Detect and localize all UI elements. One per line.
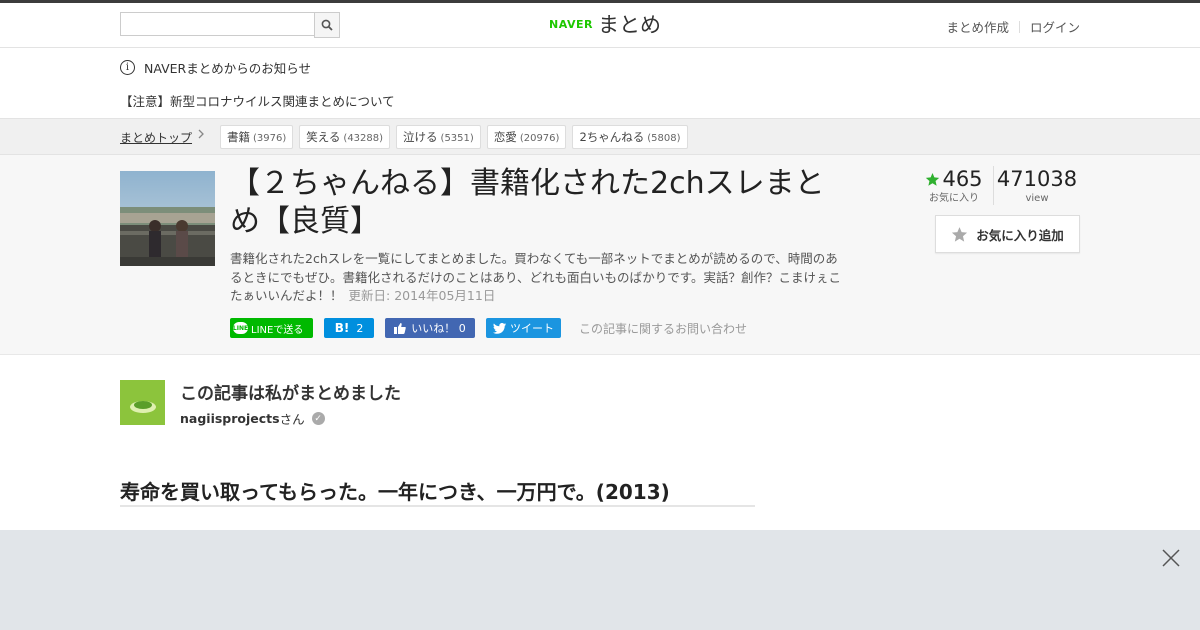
tag-romance[interactable]: 恋愛 (20976)	[486, 125, 567, 149]
share-buttons: LINE LINEで送る B! 2 いいね！ 0 ツイート この記事に関するお問…	[230, 318, 747, 338]
tag-count: (5808)	[647, 133, 681, 144]
tag-2channel[interactable]: 2ちゃんねる (5808)	[572, 125, 688, 149]
author-name-link[interactable]: nagiisprojects	[180, 411, 280, 426]
article-stats: 465 お気に入り 471038 view	[915, 166, 1080, 205]
facebook-like-button[interactable]: いいね！ 0	[385, 318, 475, 338]
tag-name: 恋愛	[493, 130, 517, 144]
search-input[interactable]	[121, 13, 315, 35]
thumbnail-illustration	[120, 171, 215, 266]
divider	[1018, 20, 1020, 33]
section-heading: 寿命を買い取ってもらった。一年につき、一万円で。(2013)	[120, 476, 755, 507]
favorites-label: お気に入り	[929, 193, 979, 204]
hatena-bookmark-button[interactable]: B! 2	[324, 318, 374, 338]
tag-name: 笑える	[306, 130, 341, 144]
add-favorite-label: お気に入り追加	[976, 227, 1064, 243]
facebook-like-label: いいね！ 0	[411, 322, 466, 335]
article-description: 書籍化された2chスレを一覧にしてまとめました。買わなくても一部ネットでまとめが…	[230, 250, 845, 306]
tag-funny[interactable]: 笑える (43288)	[299, 125, 391, 149]
close-icon	[1162, 549, 1180, 567]
updated-date: 更新日: 2014年05月11日	[348, 288, 496, 303]
search-button[interactable]	[314, 12, 340, 38]
tag-name: 書籍	[227, 130, 250, 144]
hatena-icon: B!	[334, 321, 350, 335]
twitter-tweet-button[interactable]: ツイート	[486, 318, 561, 338]
info-icon: i	[120, 60, 135, 75]
tag-count: (3976)	[253, 133, 287, 144]
article-title: 【２ちゃんねる】書籍化された2chスレまとめ【良質】	[230, 166, 825, 239]
twitter-bird-icon	[493, 322, 506, 334]
site-header: NAVER まとめ まとめ作成 ログイン	[0, 3, 1200, 48]
logo-brand: NAVER	[549, 17, 593, 31]
article-header: 【２ちゃんねる】書籍化された2chスレまとめ【良質】 書籍化された2chスレを一…	[0, 155, 1200, 355]
star-icon	[952, 226, 968, 242]
login-link[interactable]: ログイン	[1030, 17, 1080, 36]
author-heading: この記事は私がまとめました	[180, 384, 401, 404]
notice-title-row: i NAVERまとめからのお知らせ	[120, 58, 311, 77]
views-stat: 471038 view	[994, 166, 1080, 205]
search-field[interactable]	[120, 12, 315, 36]
tag-name: 泣ける	[403, 130, 438, 144]
line-share-label: LINEで送る	[251, 324, 304, 336]
notice-title: NAVERまとめからのお知らせ	[144, 61, 311, 76]
search-icon	[321, 19, 333, 31]
breadcrumb-home-link[interactable]: まとめトップ	[120, 129, 192, 146]
description-text: 書籍化された2chスレを一覧にしてまとめました。買わなくても一部ネットでまとめが…	[230, 251, 842, 303]
tag-count: (43288)	[343, 133, 384, 144]
verified-badge-icon: ✓	[311, 412, 325, 425]
contact-link[interactable]: この記事に関するお問い合わせ	[579, 320, 747, 337]
star-icon	[926, 172, 940, 186]
author-avatar[interactable]	[120, 380, 165, 425]
tag-books[interactable]: 書籍 (3976)	[220, 125, 294, 149]
tag-name: 2ちゃんねる	[579, 130, 645, 144]
header-links: まとめ作成 ログイン	[946, 17, 1080, 36]
logo-text: まとめ	[597, 13, 661, 37]
create-matome-link[interactable]: まとめ作成	[946, 17, 1009, 36]
line-icon: LINE	[233, 322, 248, 334]
article-thumbnail[interactable]	[120, 171, 215, 266]
thumbs-up-icon	[394, 322, 407, 334]
add-favorite-button[interactable]: お気に入り追加	[935, 215, 1080, 253]
views-label: view	[1025, 193, 1049, 204]
tag-count: (20976)	[519, 133, 560, 144]
bottom-overlay-ad	[0, 530, 1200, 630]
line-share-button[interactable]: LINE LINEで送る	[230, 318, 313, 338]
author-name-row: nagiisprojects さん ✓	[180, 409, 325, 428]
chevron-right-icon	[197, 128, 205, 144]
favorites-count: 465	[942, 167, 983, 191]
overlay-close-button[interactable]	[1160, 547, 1182, 569]
favorites-count-row: 465	[915, 166, 993, 192]
tweet-label: ツイート	[510, 322, 554, 335]
favorites-stat: 465 お気に入り	[915, 166, 994, 205]
author-honorific: さん	[279, 412, 305, 427]
tag-touching[interactable]: 泣ける (5351)	[396, 125, 481, 149]
views-count: 471038	[996, 167, 1078, 191]
tag-count: (5351)	[440, 133, 474, 144]
avatar-image	[120, 380, 165, 425]
breadcrumb-bar: まとめトップ 書籍 (3976) 笑える (43288) 泣ける (5351) 恋愛(…	[0, 118, 1200, 155]
naver-matome-logo[interactable]: NAVER まとめ	[549, 9, 661, 39]
tag-list: 書籍 (3976) 笑える (43288) 泣ける (5351) 恋愛 (20976) …	[220, 125, 694, 149]
hatena-count: 2	[356, 321, 364, 335]
notice-link[interactable]: 【注意】新型コロナウイルス関連まとめについて	[120, 91, 395, 110]
